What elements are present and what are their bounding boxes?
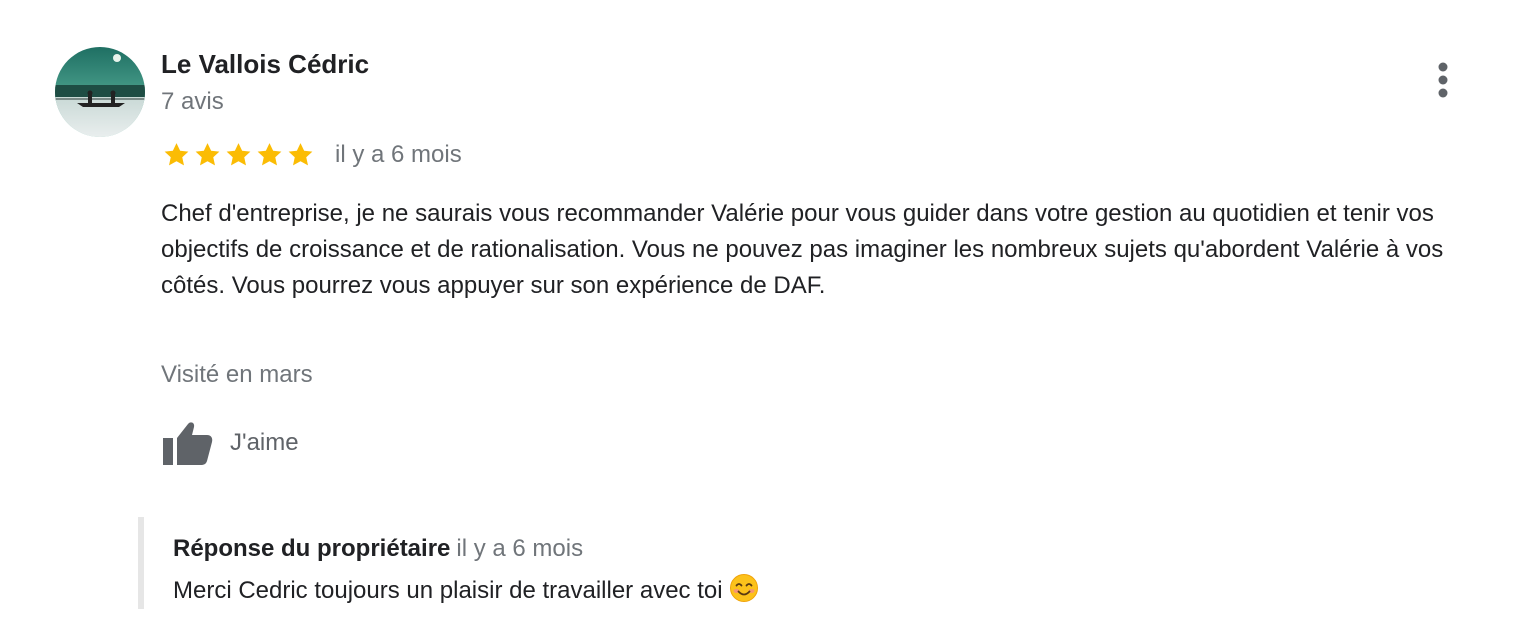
owner-reply-text: Merci Cedric toujours un plaisir de trav… [173,577,723,604]
star-icon [226,143,251,166]
owner-reply: Réponse du propriétaire il y a 6 mois Mer… [138,517,1344,609]
star-icon [257,143,282,166]
author-avatar[interactable] [55,47,145,137]
reviewer-review-count[interactable]: 7 avis [161,87,224,117]
review-date: il y a 6 mois [335,141,462,168]
like-label: J'aime [230,429,299,456]
reviewer-name[interactable]: Le Vallois Cédric [161,48,369,80]
like-button[interactable]: J'aime [160,418,299,468]
owner-reply-header: Réponse du propriétaire il y a 6 mois [173,534,583,564]
star-icon [195,143,220,166]
owner-reply-title: Réponse du propriétaire [173,535,451,562]
more-options-button[interactable] [1427,58,1459,102]
owner-reply-date: il y a 6 mois [456,535,584,562]
thumb-up-icon [163,422,213,465]
smiling-face-emoji-icon [729,574,758,602]
star-icon [164,143,189,166]
review-text: Chef d'entreprise, je ne saurais vous re… [161,200,1444,299]
rating-row: il y a 6 mois [161,138,462,172]
owner-reply-body: Merci Cedric toujours un plaisir de trav… [173,573,759,606]
more-vert-icon [1438,62,1448,98]
star-rating [161,140,316,170]
visit-info: Visité en mars [161,361,313,388]
star-icon [288,143,313,166]
landscape-canoe-photo [55,47,145,137]
